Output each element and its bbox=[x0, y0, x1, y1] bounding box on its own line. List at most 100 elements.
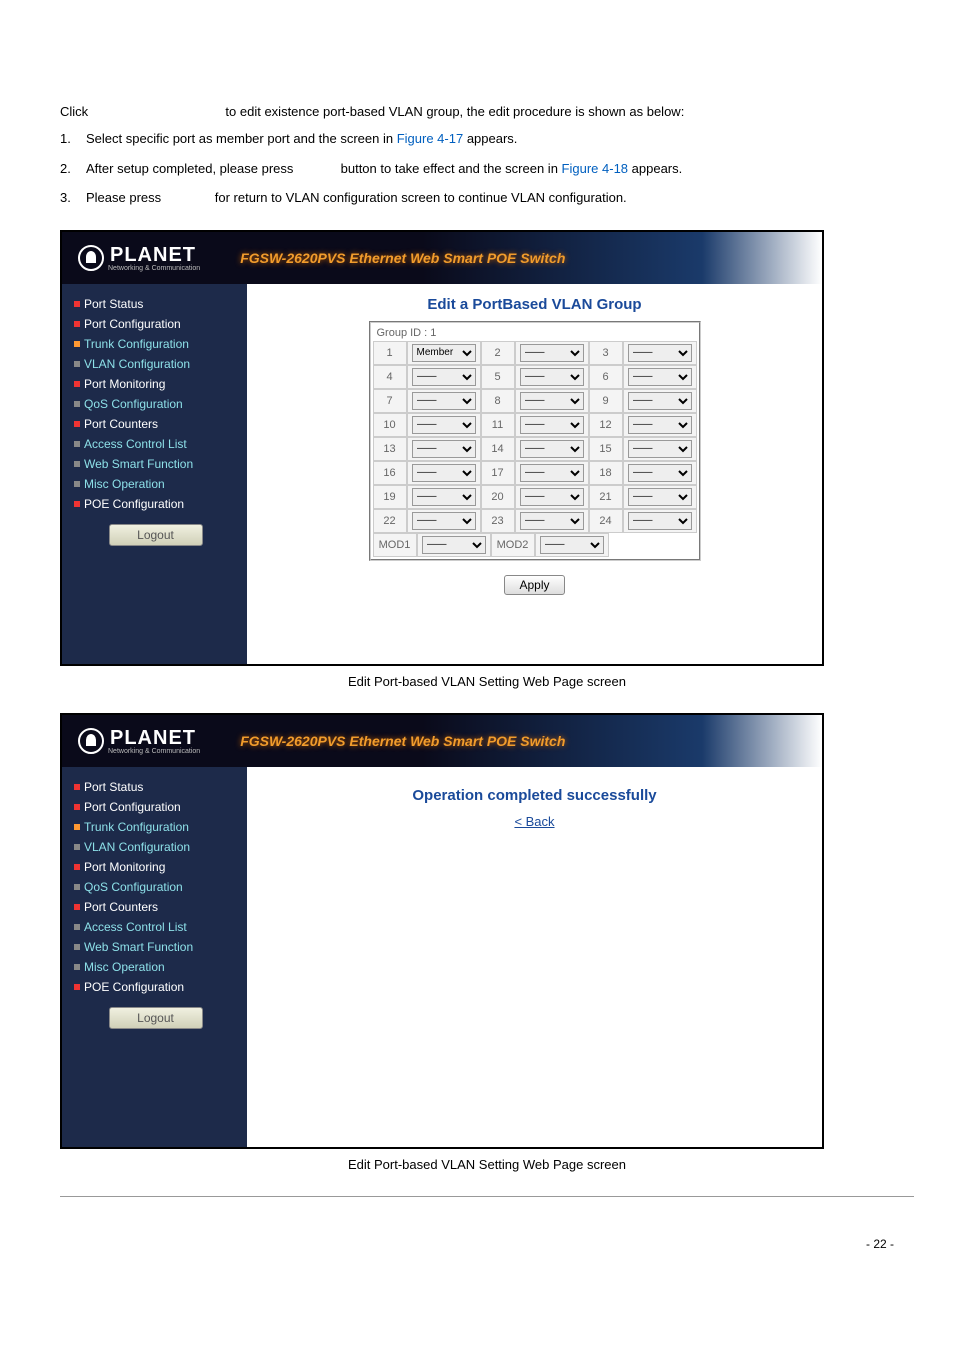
step2-mid: button to take effect and the screen in bbox=[337, 161, 562, 176]
sidebar-item-label: Web Smart Function bbox=[84, 457, 193, 471]
sidebar-item-access-control-list[interactable]: Access Control List bbox=[74, 434, 237, 454]
sidebar-item-qos-configuration[interactable]: QoS Configuration bbox=[74, 394, 237, 414]
footer-divider bbox=[60, 1196, 914, 1197]
sidebar-item-web-smart-function[interactable]: Web Smart Function bbox=[74, 454, 237, 474]
port-select-8[interactable]: —— bbox=[520, 392, 584, 410]
figure-4-17-link[interactable]: Figure 4-17 bbox=[397, 131, 463, 146]
figure-4-18-link[interactable]: Figure 4-18 bbox=[562, 161, 628, 176]
sidebar-item-trunk-configuration[interactable]: Trunk Configuration bbox=[74, 334, 237, 354]
port-select-19[interactable]: —— bbox=[412, 488, 476, 506]
sidebar-item-label: POE Configuration bbox=[84, 980, 184, 994]
port-num-10: 10 bbox=[373, 413, 407, 437]
page-number: - 22 - bbox=[60, 1237, 914, 1251]
instruction-block: Click to edit existence port-based VLAN … bbox=[60, 100, 914, 210]
sidebar-item-label: POE Configuration bbox=[84, 497, 184, 511]
sidebar-item-label: Port Counters bbox=[84, 900, 158, 914]
step3-post: for return to VLAN configuration screen … bbox=[215, 190, 627, 205]
back-link[interactable]: < Back bbox=[514, 814, 554, 829]
sidebar-item-port-status[interactable]: Port Status bbox=[74, 294, 237, 314]
port-num-19: 19 bbox=[373, 485, 407, 509]
sidebar-item-vlan-configuration[interactable]: VLAN Configuration bbox=[74, 837, 237, 857]
port-num-8: 8 bbox=[481, 389, 515, 413]
port-select-cell-9: —— bbox=[623, 389, 697, 413]
port-select-cell-16: —— bbox=[407, 461, 481, 485]
mod2-select[interactable]: —— bbox=[540, 536, 604, 554]
port-select-21[interactable]: —— bbox=[628, 488, 692, 506]
sidebar-item-port-monitoring[interactable]: Port Monitoring bbox=[74, 857, 237, 877]
port-select-23[interactable]: —— bbox=[520, 512, 584, 530]
port-select-3[interactable]: —— bbox=[628, 344, 692, 362]
sidebar-item-trunk-configuration[interactable]: Trunk Configuration bbox=[74, 817, 237, 837]
port-num-16: 16 bbox=[373, 461, 407, 485]
port-select-cell-17: —— bbox=[515, 461, 589, 485]
content-area: Edit a PortBased VLAN Group Group ID : 1… bbox=[247, 284, 822, 664]
sidebar-item-label: VLAN Configuration bbox=[84, 840, 190, 854]
mod2-select-cell: —— bbox=[535, 533, 609, 557]
port-select-20[interactable]: —— bbox=[520, 488, 584, 506]
click-pre: Click bbox=[60, 104, 88, 119]
port-select-11[interactable]: —— bbox=[520, 416, 584, 434]
sidebar-item-web-smart-function[interactable]: Web Smart Function bbox=[74, 937, 237, 957]
app-header-2: PLANET Networking & Communication FGSW-2… bbox=[62, 715, 822, 767]
port-select-6[interactable]: —— bbox=[628, 368, 692, 386]
sidebar-item-port-counters[interactable]: Port Counters bbox=[74, 414, 237, 434]
port-select-10[interactable]: —— bbox=[412, 416, 476, 434]
sidebar-item-port-configuration[interactable]: Port Configuration bbox=[74, 314, 237, 334]
port-select-cell-7: —— bbox=[407, 389, 481, 413]
apply-button[interactable]: Apply bbox=[504, 575, 564, 595]
bullet-icon bbox=[74, 944, 80, 950]
logout-button[interactable]: Logout bbox=[109, 1007, 203, 1029]
mod1-select[interactable]: —— bbox=[422, 536, 486, 554]
sidebar-item-label: Misc Operation bbox=[84, 960, 165, 974]
sidebar-item-poe-configuration[interactable]: POE Configuration bbox=[74, 494, 237, 514]
port-select-9[interactable]: —— bbox=[628, 392, 692, 410]
port-num-17: 17 bbox=[481, 461, 515, 485]
edit-vlan-title: Edit a PortBased VLAN Group bbox=[267, 296, 802, 313]
port-select-cell-20: —— bbox=[515, 485, 589, 509]
step1-pre: Select specific port as member port and … bbox=[86, 131, 397, 146]
sidebar-item-qos-configuration[interactable]: QoS Configuration bbox=[74, 877, 237, 897]
step-3: 3. Please press for return to VLAN confi… bbox=[60, 186, 914, 209]
bullet-icon bbox=[74, 784, 80, 790]
sidebar-item-vlan-configuration[interactable]: VLAN Configuration bbox=[74, 354, 237, 374]
port-select-16[interactable]: —— bbox=[412, 464, 476, 482]
port-select-24[interactable]: —— bbox=[628, 512, 692, 530]
sidebar-item-access-control-list[interactable]: Access Control List bbox=[74, 917, 237, 937]
success-title: Operation completed successfully bbox=[267, 787, 802, 804]
port-num-22: 22 bbox=[373, 509, 407, 533]
port-select-4[interactable]: —— bbox=[412, 368, 476, 386]
port-select-7[interactable]: —— bbox=[412, 392, 476, 410]
sidebar: Port StatusPort ConfigurationTrunk Confi… bbox=[62, 284, 247, 664]
sidebar-item-port-configuration[interactable]: Port Configuration bbox=[74, 797, 237, 817]
sidebar-item-misc-operation[interactable]: Misc Operation bbox=[74, 474, 237, 494]
step-2: 2. After setup completed, please press b… bbox=[60, 157, 914, 180]
sidebar-item-port-counters[interactable]: Port Counters bbox=[74, 897, 237, 917]
sidebar-2: Port StatusPort ConfigurationTrunk Confi… bbox=[62, 767, 247, 1147]
port-select-18[interactable]: —— bbox=[628, 464, 692, 482]
group-id-label: Group ID : 1 bbox=[373, 325, 697, 341]
port-select-22[interactable]: —— bbox=[412, 512, 476, 530]
sidebar-item-port-monitoring[interactable]: Port Monitoring bbox=[74, 374, 237, 394]
sidebar-item-poe-configuration[interactable]: POE Configuration bbox=[74, 977, 237, 997]
sidebar-item-misc-operation[interactable]: Misc Operation bbox=[74, 957, 237, 977]
port-select-12[interactable]: —— bbox=[628, 416, 692, 434]
sidebar-item-label: Access Control List bbox=[84, 920, 187, 934]
port-select-cell-4: —— bbox=[407, 365, 481, 389]
bullet-icon bbox=[74, 864, 80, 870]
sidebar-item-port-status[interactable]: Port Status bbox=[74, 777, 237, 797]
app-header: PLANET Networking & Communication FGSW-2… bbox=[62, 232, 822, 284]
port-grid: 1Member2——3——4——5——6——7——8——9——10——11——1… bbox=[373, 341, 697, 533]
port-select-17[interactable]: —— bbox=[520, 464, 584, 482]
port-select-5[interactable]: —— bbox=[520, 368, 584, 386]
port-select-cell-10: —— bbox=[407, 413, 481, 437]
logout-button[interactable]: Logout bbox=[109, 524, 203, 546]
port-select-2[interactable]: —— bbox=[520, 344, 584, 362]
port-select-15[interactable]: —— bbox=[628, 440, 692, 458]
bullet-icon bbox=[74, 964, 80, 970]
port-select-cell-8: —— bbox=[515, 389, 589, 413]
port-select-14[interactable]: —— bbox=[520, 440, 584, 458]
port-num-14: 14 bbox=[481, 437, 515, 461]
port-select-13[interactable]: —— bbox=[412, 440, 476, 458]
header-title-2: FGSW-2620PVS Ethernet Web Smart POE Swit… bbox=[240, 733, 565, 749]
port-select-1[interactable]: Member bbox=[412, 344, 476, 362]
